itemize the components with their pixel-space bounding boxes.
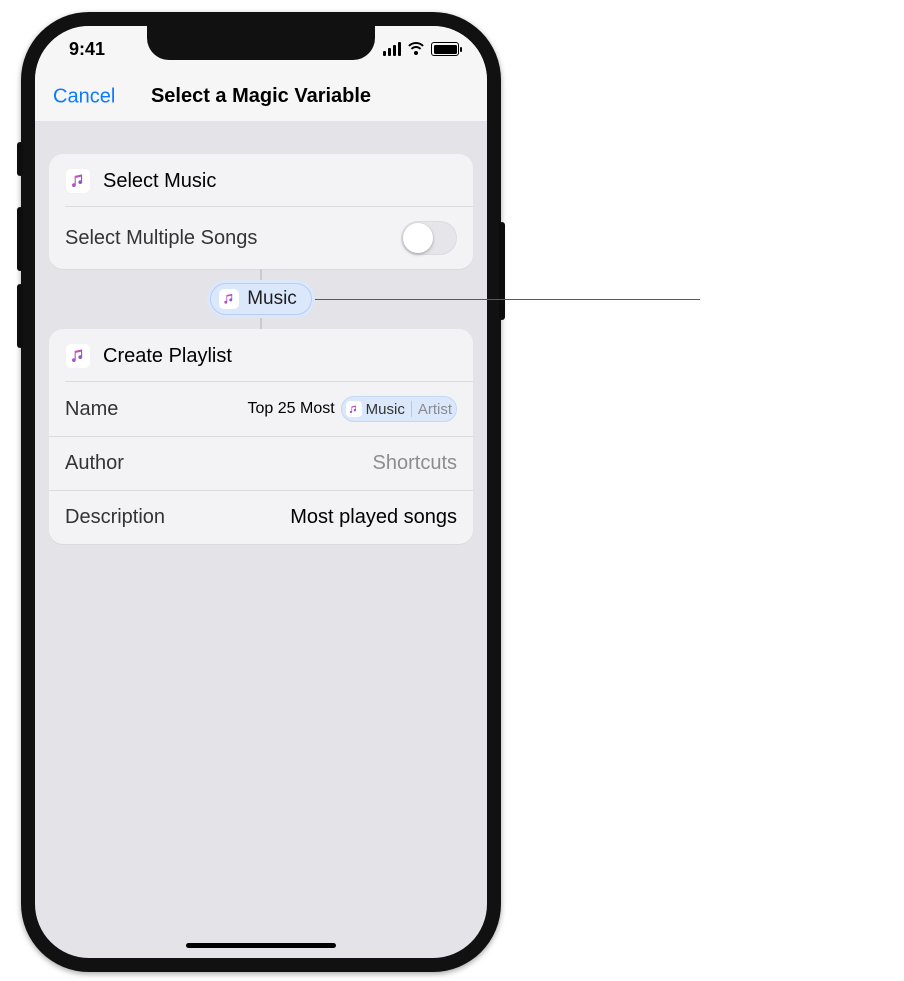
- status-time: 9:41: [69, 39, 105, 60]
- music-app-icon: [65, 343, 91, 369]
- screen: 9:41 Cancel Select a Magic Variable Sele…: [35, 26, 487, 958]
- row-value: Top 25 Most Music Artist: [248, 396, 458, 422]
- row-select-multiple-songs[interactable]: Select Multiple Songs: [49, 207, 473, 269]
- volume-up-btn: [17, 207, 23, 271]
- content-area: Select Music Select Multiple Songs Music: [35, 122, 487, 544]
- nav-bar: Cancel Select a Magic Variable: [35, 72, 487, 122]
- row-label: Name: [65, 398, 118, 421]
- magic-variable-label: Music: [247, 288, 297, 310]
- card-header: Select Music: [49, 154, 473, 206]
- home-indicator[interactable]: [186, 943, 336, 948]
- token-main: Music: [366, 401, 405, 418]
- page-title: Select a Magic Variable: [151, 85, 371, 108]
- card-title: Create Playlist: [103, 345, 232, 368]
- token-separator: [411, 401, 412, 417]
- row-description[interactable]: Description Most played songs: [49, 490, 473, 544]
- card-header: Create Playlist: [49, 329, 473, 381]
- power-btn: [499, 222, 505, 320]
- magic-variable-music[interactable]: Music: [210, 283, 312, 315]
- wifi-icon: [407, 42, 425, 56]
- row-label: Description: [65, 506, 165, 529]
- action-card-select-music[interactable]: Select Music Select Multiple Songs: [49, 154, 473, 269]
- status-right: [383, 42, 459, 56]
- row-author[interactable]: Author Shortcuts: [49, 436, 473, 490]
- music-note-icon: [219, 289, 239, 309]
- callout-line: [314, 299, 700, 300]
- row-label: Author: [65, 452, 124, 475]
- battery-icon: [431, 42, 459, 56]
- cancel-button[interactable]: Cancel: [53, 85, 115, 108]
- parameter-rows: Name Top 25 Most Music Artist: [49, 382, 473, 544]
- volume-down-btn: [17, 284, 23, 348]
- action-card-create-playlist[interactable]: Create Playlist Name Top 25 Most Music A…: [49, 329, 473, 544]
- variable-token-music-artist[interactable]: Music Artist: [341, 396, 457, 422]
- card-title: Select Music: [103, 170, 216, 193]
- row-value: Shortcuts: [373, 452, 457, 475]
- row-label: Select Multiple Songs: [65, 227, 257, 250]
- name-text: Top 25 Most: [248, 400, 335, 418]
- music-note-icon: [346, 401, 362, 417]
- row-name[interactable]: Name Top 25 Most Music Artist: [49, 382, 473, 436]
- token-sub: Artist: [418, 401, 452, 418]
- notch: [147, 26, 375, 60]
- row-value: Most played songs: [290, 506, 457, 529]
- mute-switch: [17, 142, 23, 176]
- music-app-icon: [65, 168, 91, 194]
- cellular-icon: [383, 42, 401, 56]
- switch-select-multiple[interactable]: [401, 221, 457, 255]
- phone-frame: 9:41 Cancel Select a Magic Variable Sele…: [21, 12, 501, 972]
